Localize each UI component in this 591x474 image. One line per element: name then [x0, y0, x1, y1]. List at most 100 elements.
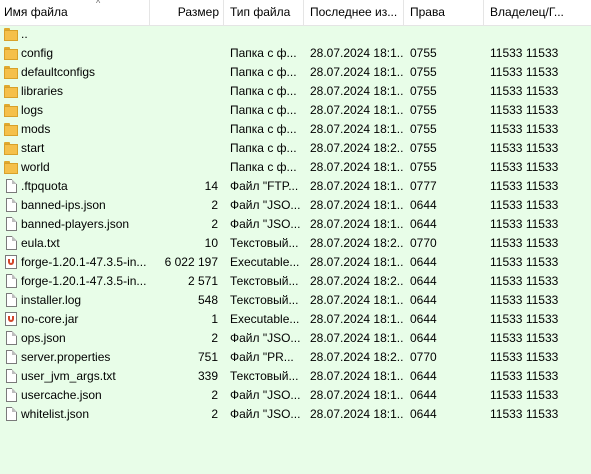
file-row[interactable]: libraries Папка с ф... 28.07.2024 18:1... 0…: [0, 82, 591, 101]
file-modified: 28.07.2024 18:2...: [310, 350, 404, 364]
folder-icon: [4, 27, 18, 42]
file-size: 1: [211, 312, 218, 326]
file-row[interactable]: forge-1.20.1-47.3.5-in... 6 022 197 Execut…: [0, 253, 591, 272]
file-size: [150, 158, 218, 177]
file-owner: 11533 11533: [490, 331, 559, 345]
file-type: Файл "JSO...: [230, 388, 301, 402]
column-header-size[interactable]: Размер: [150, 0, 224, 25]
file-permissions: 0755: [410, 141, 437, 155]
file-permissions: 0644: [410, 369, 437, 383]
file-row[interactable]: config Папка с ф... 28.07.2024 18:1... 0755…: [0, 44, 591, 63]
file-modified: 28.07.2024 18:1...: [310, 217, 404, 231]
file-size: [150, 63, 218, 82]
file-name: banned-ips.json: [21, 198, 106, 212]
file-row[interactable]: start Папка с ф... 28.07.2024 18:2... 0755 1…: [0, 139, 591, 158]
file-modified: 28.07.2024 18:1...: [310, 103, 404, 117]
file-row[interactable]: world Папка с ф... 28.07.2024 18:1... 0755 1…: [0, 158, 591, 177]
file-icon: [4, 369, 18, 384]
file-permissions: 0644: [410, 255, 437, 269]
file-size: 2: [211, 198, 218, 212]
file-owner: 11533 11533: [490, 217, 559, 231]
file-permissions: 0644: [410, 198, 437, 212]
file-modified: 28.07.2024 18:1...: [310, 331, 404, 345]
column-header-type-label: Тип файла: [230, 5, 291, 19]
column-header-owner[interactable]: Владелец/Г...: [484, 0, 591, 25]
file-row[interactable]: ..: [0, 25, 591, 44]
file-icon: [4, 331, 18, 346]
file-type: Папка с ф...: [230, 103, 297, 117]
column-header-modified-label: Последнее из...: [310, 5, 398, 19]
java-file-icon: [4, 255, 18, 270]
file-permissions: 0755: [410, 103, 437, 117]
file-name: mods: [21, 122, 51, 136]
file-row[interactable]: banned-players.json 2 Файл "JSO... 28.07.20…: [0, 215, 591, 234]
file-size: 10: [204, 236, 218, 250]
column-header-permissions-label: Права: [410, 5, 445, 19]
file-type: Текстовый...: [230, 369, 299, 383]
file-icon: [4, 179, 18, 194]
file-name: defaultconfigs: [21, 65, 96, 79]
sort-ascending-icon: ^: [96, 0, 101, 8]
file-row[interactable]: user_jvm_args.txt 339 Текстовый... 28.07.20…: [0, 367, 591, 386]
file-permissions: 0644: [410, 407, 437, 421]
file-permissions: 0755: [410, 160, 437, 174]
file-row[interactable]: ops.json 2 Файл "JSO... 28.07.2024 18:1... 0…: [0, 329, 591, 348]
file-size: 2: [211, 407, 218, 421]
file-size: [150, 101, 218, 120]
column-header-type[interactable]: Тип файла: [224, 0, 304, 25]
file-modified: 28.07.2024 18:1...: [310, 160, 404, 174]
file-row[interactable]: banned-ips.json 2 Файл "JSO... 28.07.2024 1…: [0, 196, 591, 215]
file-name: forge-1.20.1-47.3.5-in...: [21, 274, 147, 288]
file-owner: 11533 11533: [490, 198, 559, 212]
file-name: installer.log: [21, 293, 82, 307]
file-owner: 11533 11533: [490, 179, 559, 193]
file-name: world: [21, 160, 50, 174]
file-row[interactable]: usercache.json 2 Файл "JSO... 28.07.2024 18…: [0, 386, 591, 405]
folder-icon: [4, 103, 18, 118]
file-size: 2: [211, 217, 218, 231]
file-type: Executable...: [230, 312, 300, 326]
file-owner: 11533 11533: [490, 255, 559, 269]
file-row[interactable]: no-core.jar 1 Executable... 28.07.2024 18:1…: [0, 310, 591, 329]
file-icon: [4, 388, 18, 403]
file-modified: 28.07.2024 18:2...: [310, 141, 404, 155]
file-row[interactable]: forge-1.20.1-47.3.5-in... 2 571 Текстовый.…: [0, 272, 591, 291]
file-type: Папка с ф...: [230, 46, 297, 60]
file-owner: 11533 11533: [490, 274, 559, 288]
file-type: Файл "PR...: [230, 350, 294, 364]
file-type: Папка с ф...: [230, 160, 297, 174]
file-permissions: 0755: [410, 46, 437, 60]
column-header-modified[interactable]: Последнее из...: [304, 0, 404, 25]
folder-icon: [4, 160, 18, 175]
folder-icon: [4, 122, 18, 137]
file-owner: 11533 11533: [490, 236, 559, 250]
file-icon: [4, 274, 18, 289]
file-type: Файл "JSO...: [230, 217, 301, 231]
file-modified: 28.07.2024 18:1...: [310, 293, 404, 307]
file-size: 339: [197, 369, 218, 383]
column-header-permissions[interactable]: Права: [404, 0, 484, 25]
file-row[interactable]: .ftpquota 14 Файл "FTP... 28.07.2024 18:1..…: [0, 177, 591, 196]
file-owner: 11533 11533: [490, 160, 559, 174]
column-header-name-label: Имя файла: [4, 5, 68, 19]
file-row[interactable]: defaultconfigs Папка с ф... 28.07.2024 18:…: [0, 63, 591, 82]
file-type: [230, 25, 302, 44]
file-modified: 28.07.2024 18:1...: [310, 198, 404, 212]
file-owner: 11533 11533: [490, 388, 559, 402]
file-type: Текстовый...: [230, 236, 299, 250]
file-permissions: 0644: [410, 217, 437, 231]
file-permissions: 0755: [410, 65, 437, 79]
file-size: 2 571: [187, 274, 218, 288]
file-row[interactable]: server.properties 751 Файл "PR... 28.07.202…: [0, 348, 591, 367]
column-header-name[interactable]: ^ Имя файла: [0, 0, 150, 25]
file-modified: 28.07.2024 18:1...: [310, 122, 404, 136]
file-row[interactable]: whitelist.json 2 Файл "JSO... 28.07.2024 18…: [0, 405, 591, 424]
file-row[interactable]: eula.txt 10 Текстовый... 28.07.2024 18:2...…: [0, 234, 591, 253]
file-row[interactable]: mods Папка с ф... 28.07.2024 18:1... 0755 11…: [0, 120, 591, 139]
file-permissions: 0777: [410, 179, 437, 193]
column-header-size-label: Размер: [177, 5, 219, 19]
file-name: user_jvm_args.txt: [21, 369, 116, 383]
file-owner: 11533 11533: [490, 369, 559, 383]
file-row[interactable]: logs Папка с ф... 28.07.2024 18:1... 0755 11…: [0, 101, 591, 120]
file-row[interactable]: installer.log 548 Текстовый... 28.07.2024 1…: [0, 291, 591, 310]
